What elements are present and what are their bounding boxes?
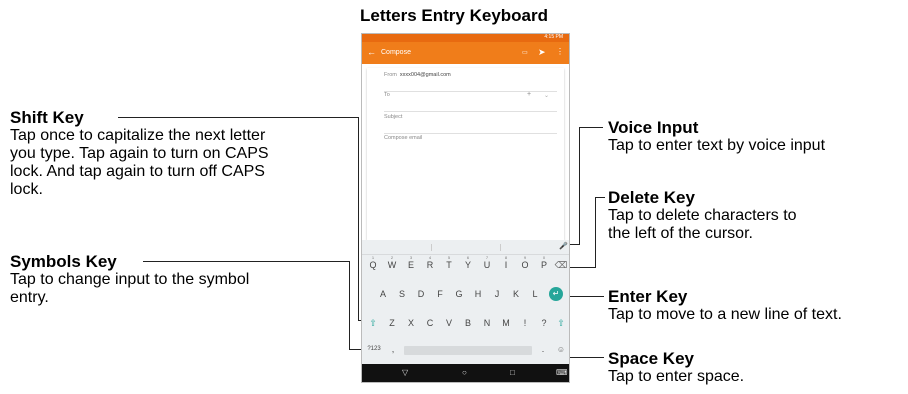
page-title: Letters Entry Keyboard bbox=[360, 6, 548, 25]
status-bar: 4:15 PM bbox=[362, 34, 569, 42]
shift-key-right-icon[interactable]: ⇧ bbox=[554, 318, 568, 329]
keyboard: 🎤 1 2 3 4 5 6 7 8 9 0 Q W E R T Y U I O … bbox=[362, 240, 569, 364]
shift-key-desc-1: Tap once to capitalize the next letter bbox=[10, 127, 266, 144]
status-time: 4:15 PM bbox=[544, 34, 563, 40]
symbols-key-desc-1: Tap to change input to the symbol bbox=[10, 271, 250, 288]
key-u[interactable]: U bbox=[480, 260, 494, 270]
back-arrow-icon[interactable]: ← bbox=[367, 47, 376, 57]
key-s[interactable]: S bbox=[395, 289, 409, 299]
key-g[interactable]: G bbox=[452, 289, 466, 299]
attach-icon[interactable]: ▭ bbox=[522, 49, 528, 56]
shift-key-desc-3: lock. And tap again to turn off CAPS bbox=[10, 163, 265, 180]
enter-key-callout: Enter Key Tap to move to a new line of t… bbox=[608, 287, 906, 324]
suggestion-divider bbox=[431, 244, 432, 251]
shift-key-desc-2: you type. Tap again to turn on CAPS bbox=[10, 145, 269, 162]
key-comma[interactable]: , bbox=[386, 344, 400, 354]
keyboard-switch-icon[interactable]: ⌨ bbox=[556, 368, 568, 377]
voice-input-desc-1: Tap to enter text by voice input bbox=[608, 137, 826, 154]
key-y[interactable]: Y bbox=[461, 260, 475, 270]
subject-field[interactable]: Subject bbox=[384, 114, 557, 134]
delete-key-desc-1: Tap to delete characters to bbox=[608, 207, 797, 224]
send-icon[interactable]: ➤ bbox=[538, 47, 546, 58]
space-key-title: Space Key bbox=[608, 349, 694, 368]
key-z[interactable]: Z bbox=[385, 318, 399, 328]
shift-key-icon[interactable]: ⇧ bbox=[366, 318, 380, 329]
suggestion-strip: 🎤 bbox=[362, 240, 569, 255]
key-question[interactable]: ? bbox=[537, 318, 551, 328]
key-o[interactable]: O bbox=[518, 260, 532, 270]
key-e[interactable]: E bbox=[404, 260, 418, 270]
space-key-desc-1: Tap to enter space. bbox=[608, 368, 745, 385]
back-nav-icon[interactable]: ▽ bbox=[402, 368, 408, 377]
overflow-menu-icon[interactable]: ⋮ bbox=[556, 47, 564, 56]
navigation-bar: ▽ ○ □ ⌨ bbox=[362, 364, 569, 382]
key-a[interactable]: A bbox=[376, 289, 390, 299]
delete-leader-end bbox=[566, 267, 596, 268]
key-x[interactable]: X bbox=[404, 318, 418, 328]
subject-placeholder: Subject bbox=[384, 114, 403, 120]
space-key-callout: Space Key Tap to enter space. bbox=[608, 349, 903, 386]
key-period[interactable]: . bbox=[536, 344, 550, 354]
symbols-key-desc-2: entry. bbox=[10, 289, 49, 306]
shift-leader-h bbox=[118, 117, 358, 118]
shift-leader-v bbox=[358, 117, 359, 320]
to-label: To bbox=[384, 92, 390, 98]
compose-title: Compose bbox=[381, 49, 411, 56]
delete-key-title: Delete Key bbox=[608, 188, 695, 207]
shift-key-desc-4: lock. bbox=[10, 181, 43, 198]
key-b[interactable]: B bbox=[461, 318, 475, 328]
symbols-leader-v bbox=[349, 261, 350, 349]
voice-leader-v bbox=[579, 127, 580, 244]
microphone-icon[interactable]: 🎤 bbox=[559, 242, 568, 250]
shift-key-callout: Shift Key Tap once to capitalize the nex… bbox=[10, 108, 350, 199]
key-i[interactable]: I bbox=[499, 260, 513, 270]
delete-leader-v bbox=[595, 197, 596, 267]
symbols-key[interactable]: ?123 bbox=[365, 346, 383, 352]
suggestion-divider bbox=[500, 244, 501, 251]
key-k[interactable]: K bbox=[509, 289, 523, 299]
key-j[interactable]: J bbox=[490, 289, 504, 299]
from-field[interactable]: From xxxx004@gmail.com bbox=[384, 72, 557, 92]
enter-key-icon[interactable]: ↵ bbox=[549, 287, 563, 301]
add-contact-icon[interactable]: + bbox=[527, 91, 531, 98]
key-f[interactable]: F bbox=[433, 289, 447, 299]
enter-key-desc-1: Tap to move to a new line of text. bbox=[608, 306, 842, 323]
voice-input-title: Voice Input bbox=[608, 118, 699, 137]
delete-key-callout: Delete Key Tap to delete characters to t… bbox=[608, 188, 903, 243]
enter-leader bbox=[568, 296, 604, 297]
voice-leader-h bbox=[579, 127, 603, 128]
recents-nav-icon[interactable]: □ bbox=[510, 368, 515, 377]
key-l[interactable]: L bbox=[528, 289, 542, 299]
from-label: From bbox=[384, 72, 397, 78]
symbols-leader-h bbox=[143, 261, 349, 262]
emoji-icon[interactable]: ☺ bbox=[554, 345, 568, 354]
key-p[interactable]: P bbox=[537, 260, 551, 270]
key-q[interactable]: Q bbox=[366, 260, 380, 270]
key-c[interactable]: C bbox=[423, 318, 437, 328]
key-h[interactable]: H bbox=[471, 289, 485, 299]
home-nav-icon[interactable]: ○ bbox=[462, 368, 467, 377]
delete-leader-h bbox=[595, 197, 605, 198]
backspace-icon[interactable]: ⌫ bbox=[554, 260, 568, 271]
enter-key-title: Enter Key bbox=[608, 287, 688, 306]
from-value: xxxx004@gmail.com bbox=[399, 72, 451, 78]
body-field[interactable]: Compose email bbox=[384, 135, 557, 154]
delete-key-desc-2: the left of the cursor. bbox=[608, 225, 753, 242]
to-field[interactable]: To + ⌄ bbox=[384, 91, 557, 112]
key-r[interactable]: R bbox=[423, 260, 437, 270]
key-w[interactable]: W bbox=[385, 260, 399, 270]
key-m[interactable]: M bbox=[499, 318, 513, 328]
app-bar: ← Compose ▭ ➤ ⋮ bbox=[362, 42, 569, 64]
key-v[interactable]: V bbox=[442, 318, 456, 328]
voice-input-callout: Voice Input Tap to enter text by voice i… bbox=[608, 118, 903, 155]
key-t[interactable]: T bbox=[442, 260, 456, 270]
key-n[interactable]: N bbox=[480, 318, 494, 328]
compose-card: From xxxx004@gmail.com To + ⌄ Subject Co… bbox=[367, 68, 564, 240]
chevron-down-icon[interactable]: ⌄ bbox=[544, 92, 549, 99]
key-d[interactable]: D bbox=[414, 289, 428, 299]
space-bar[interactable] bbox=[404, 346, 532, 355]
key-exclaim[interactable]: ! bbox=[518, 318, 532, 328]
phone-screen: 4:15 PM ← Compose ▭ ➤ ⋮ From xxxx004@gma… bbox=[362, 34, 569, 382]
body-placeholder: Compose email bbox=[384, 135, 423, 141]
